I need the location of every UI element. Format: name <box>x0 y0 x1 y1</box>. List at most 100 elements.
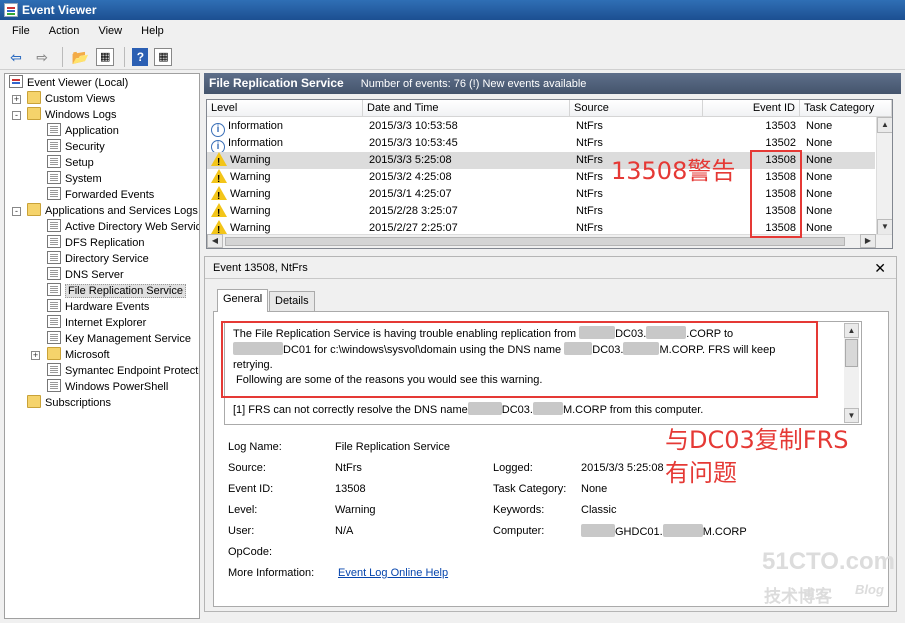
tree-item-forwarded-events[interactable]: Forwarded Events <box>47 187 154 203</box>
column-header-source[interactable]: Source <box>570 100 703 117</box>
column-header-level[interactable]: Level <box>207 100 363 117</box>
tree-item-file-replication-service[interactable]: File Replication Service <box>47 283 186 299</box>
log-icon <box>47 235 61 248</box>
column-header-date[interactable]: Date and Time <box>363 100 570 117</box>
more-info-label: More Information: <box>228 567 315 579</box>
log-icon <box>47 315 61 328</box>
frs-annotation-line1: 与DC03复制FRS <box>665 426 849 454</box>
menu-action[interactable]: Action <box>43 22 86 40</box>
tree-item-internet-explorer[interactable]: Internet Explorer <box>47 315 146 331</box>
tree-item-setup[interactable]: Setup <box>47 155 94 171</box>
user-value: N/A <box>335 525 354 537</box>
tree-root[interactable]: Event Viewer (Local) <box>9 75 128 91</box>
window-title: Event Viewer <box>22 3 97 17</box>
forward-arrow-icon[interactable]: ⇨ <box>32 47 52 67</box>
log-icon <box>47 155 61 168</box>
event-id-label: Event ID: <box>228 483 274 495</box>
log-icon <box>47 171 61 184</box>
warning-icon <box>211 203 227 222</box>
computer-value: GHDC01. M.CORP <box>581 524 747 540</box>
scroll-thumb[interactable] <box>225 237 845 246</box>
scroll-down-icon[interactable]: ▼ <box>844 408 859 423</box>
menu-help[interactable]: Help <box>135 22 170 40</box>
tree-item-symantec[interactable]: Symantec Endpoint Protecti <box>47 363 199 379</box>
warning-annotation: 13508警告 <box>611 157 736 185</box>
tab-details[interactable]: Details <box>269 291 315 311</box>
expand-plus-icon[interactable]: + <box>31 351 40 360</box>
back-arrow-icon[interactable]: ⇦ <box>6 47 26 67</box>
log-icon <box>47 379 61 392</box>
tree-item-dfs-replication[interactable]: DFS Replication <box>47 235 144 251</box>
expand-plus-icon[interactable]: + <box>12 95 21 104</box>
tree-item-ad-web-services[interactable]: Active Directory Web Servic <box>47 219 199 235</box>
folder-icon <box>27 203 41 216</box>
event-details-title: Event 13508, NtFrs ✕ <box>205 257 896 279</box>
log-name-value: File Replication Service <box>335 441 450 453</box>
tree-item-dns-server[interactable]: DNS Server <box>47 267 124 283</box>
log-icon <box>47 331 61 344</box>
scroll-down-icon[interactable]: ▼ <box>877 219 892 235</box>
tree-item-application[interactable]: Application <box>47 123 119 139</box>
logged-value: 2015/3/3 5:25:08 <box>581 462 664 474</box>
watermark-site: 51CTO.com <box>762 548 895 575</box>
tree-item-directory-service[interactable]: Directory Service <box>47 251 149 267</box>
warning-icon <box>211 169 227 188</box>
tree-item-hardware-events[interactable]: Hardware Events <box>47 299 149 315</box>
tree-item-key-management-service[interactable]: Key Management Service <box>47 331 191 347</box>
warning-icon <box>211 220 227 239</box>
redacted-text <box>532 402 563 415</box>
scroll-up-icon[interactable]: ▲ <box>844 323 859 338</box>
tree-item-windows-powershell[interactable]: Windows PowerShell <box>47 379 168 395</box>
event-id-value: 13508 <box>335 483 366 495</box>
level-label: Level: <box>228 504 258 516</box>
event-viewer-icon <box>9 75 23 88</box>
user-label: User: <box>228 525 255 537</box>
level-value: Warning <box>335 504 376 516</box>
scroll-up-icon[interactable]: ▲ <box>877 117 892 133</box>
table-row[interactable]: i Information 2015/3/3 10:53:58 NtFrs 135… <box>207 118 875 137</box>
up-folder-icon[interactable]: 📂 <box>70 47 90 67</box>
event-log-online-help-link[interactable]: Event Log Online Help <box>338 566 448 581</box>
table-vertical-scrollbar[interactable]: ▲ ▼ <box>876 117 892 235</box>
computer-label: Computer: <box>493 525 545 537</box>
tree-item-microsoft[interactable]: Microsoft <box>47 347 110 363</box>
help-icon[interactable]: ? <box>132 48 149 66</box>
opcode-label: OpCode: <box>228 546 273 558</box>
column-header-event-id[interactable]: Event ID <box>703 100 800 117</box>
tree-apps-services-logs[interactable]: Applications and Services Logs <box>27 203 198 219</box>
tree-custom-views[interactable]: Custom Views <box>27 91 115 107</box>
collapse-minus-icon[interactable]: - <box>12 111 21 120</box>
log-icon <box>47 283 61 296</box>
log-header: File Replication Service Number of event… <box>204 73 901 94</box>
column-header-task-category[interactable]: Task Category <box>800 100 892 117</box>
source-label: Source: <box>228 462 266 474</box>
logged-label: Logged: <box>493 462 533 474</box>
redacted-text <box>662 524 703 537</box>
menu-file[interactable]: File <box>6 22 36 40</box>
tab-general[interactable]: General <box>217 289 269 312</box>
collapse-minus-icon[interactable]: - <box>12 207 21 216</box>
warning-icon <box>211 186 227 205</box>
menu-bar: File Action View Help <box>0 22 905 42</box>
menu-view[interactable]: View <box>92 22 128 40</box>
description-scrollbar[interactable]: ▲ ▼ <box>844 323 859 423</box>
tree-item-system[interactable]: System <box>47 171 102 187</box>
show-hide-action-pane-icon[interactable]: ▦ <box>154 48 173 66</box>
show-hide-tree-icon[interactable]: ▦ <box>96 48 115 66</box>
scroll-thumb[interactable] <box>845 339 858 367</box>
event-viewer-app-icon <box>4 3 18 17</box>
tree-subscriptions[interactable]: Subscriptions <box>27 395 111 411</box>
tree-windows-logs[interactable]: Windows Logs <box>27 107 117 123</box>
scroll-right-icon[interactable]: ▶ <box>860 234 876 248</box>
log-icon <box>47 187 61 200</box>
title-bar: Event Viewer <box>0 0 905 20</box>
task-category-value: None <box>581 483 608 495</box>
source-value: NtFrs <box>335 462 362 474</box>
subscriptions-icon <box>27 395 41 408</box>
tree-item-security[interactable]: Security <box>47 139 105 155</box>
toolbar: ⇦ ⇨ 📂 ▦ ? ▦ <box>0 44 905 70</box>
close-icon[interactable]: ✕ <box>874 260 886 277</box>
warning-icon <box>211 152 227 171</box>
scroll-left-icon[interactable]: ◀ <box>207 234 223 248</box>
log-icon <box>47 299 61 312</box>
